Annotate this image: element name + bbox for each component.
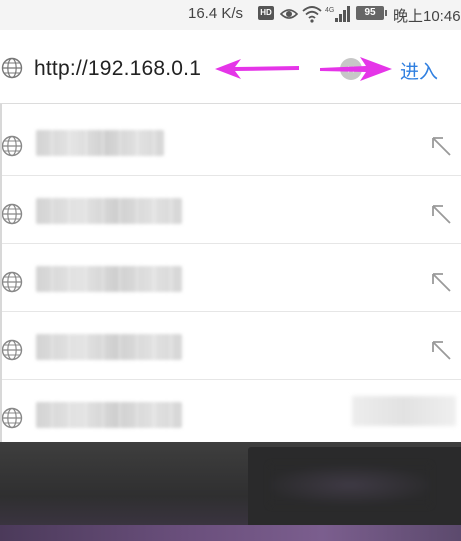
arrow-up-left-icon[interactable] bbox=[430, 339, 452, 366]
suggestion-list: ████████████ ████████████████ bbox=[0, 104, 461, 442]
globe-icon bbox=[1, 57, 23, 84]
suggestion-label: ████████████████ bbox=[36, 402, 182, 428]
suggestion-item[interactable]: ████████████████ bbox=[2, 244, 461, 312]
globe-icon bbox=[2, 271, 23, 298]
go-button[interactable]: 进入 bbox=[400, 57, 438, 84]
suggestion-label: ████████████ bbox=[36, 130, 164, 156]
bottom-edge bbox=[0, 525, 461, 541]
eye-icon bbox=[279, 6, 299, 26]
panel-glow bbox=[270, 465, 430, 505]
address-bar[interactable]: http://192.168.0.1 × 进入 bbox=[0, 30, 461, 104]
svg-text:4G: 4G bbox=[325, 7, 334, 14]
suggestion-label: ████████████████ bbox=[36, 266, 182, 292]
suggestion-item[interactable]: ████████████ bbox=[2, 108, 461, 176]
url-input[interactable]: http://192.168.0.1 bbox=[34, 57, 201, 81]
hd-badge: HD bbox=[258, 6, 274, 20]
annotation-arrow-right-icon bbox=[320, 56, 394, 87]
suggestion-item[interactable]: ████████████████ bbox=[2, 312, 461, 380]
globe-icon bbox=[2, 339, 23, 366]
battery-indicator: 95 bbox=[356, 6, 387, 20]
annotation-arrow-left-icon bbox=[215, 58, 301, 85]
globe-icon bbox=[2, 135, 23, 162]
globe-icon bbox=[2, 203, 23, 230]
arrow-up-left-icon[interactable] bbox=[430, 135, 452, 162]
keyboard-panel bbox=[248, 447, 461, 525]
signal-icon: 4G bbox=[325, 4, 351, 28]
clock: 晚上10:46 bbox=[393, 8, 461, 25]
suggestion-item[interactable]: ████████████████ bbox=[2, 176, 461, 244]
globe-icon bbox=[2, 407, 23, 434]
suggestion-label: ████████████████ bbox=[36, 334, 182, 360]
network-speed: 16.4 K/s bbox=[188, 5, 244, 22]
status-bar: 16.4 K/s HD 4G 95 晚上10:46 bbox=[0, 0, 461, 30]
arrow-up-left-icon[interactable] bbox=[430, 271, 452, 298]
arrow-up-left-icon[interactable] bbox=[430, 203, 452, 230]
wifi-icon bbox=[302, 5, 322, 27]
suggestion-label: ████████████████ bbox=[36, 198, 182, 224]
blurred-region bbox=[352, 396, 456, 426]
